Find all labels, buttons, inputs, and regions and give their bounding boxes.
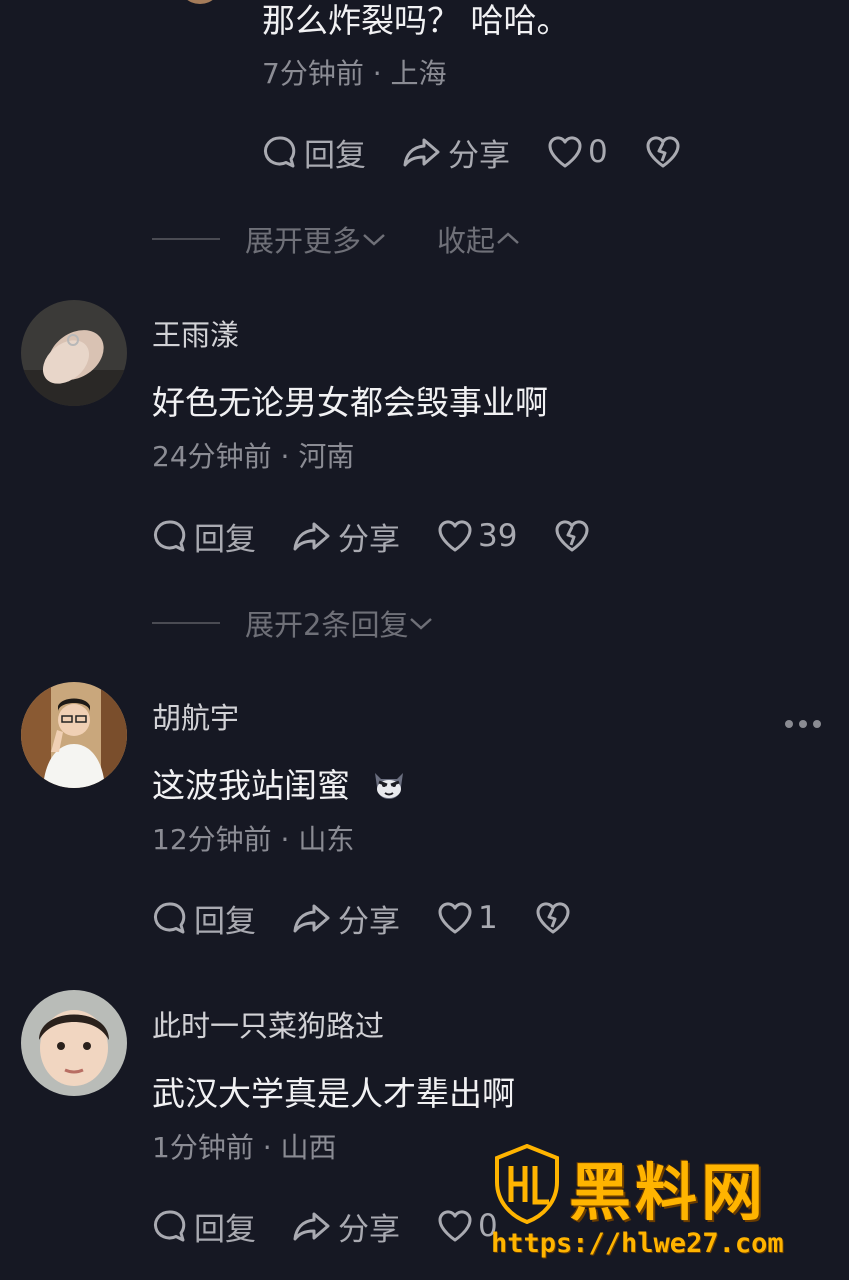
- share-button[interactable]: 分享: [292, 514, 400, 559]
- reply-button[interactable]: 回复: [262, 130, 366, 175]
- comment-meta: 7分钟前 · 上海: [262, 57, 447, 90]
- heart-icon: [438, 1210, 472, 1242]
- watermark-url: https://hlwe27.com: [491, 1228, 784, 1259]
- site-watermark: 黑料网 https://hlwe27.com: [491, 1140, 841, 1270]
- broken-heart-icon: [536, 902, 570, 934]
- share-arrow-icon: [403, 138, 440, 167]
- comment-actions: 回复 分享 1: [152, 896, 614, 940]
- hands-avatar-image: [21, 300, 127, 406]
- username[interactable]: 胡航宇: [152, 695, 239, 737]
- avatar[interactable]: [21, 682, 127, 788]
- like-count: 1: [478, 900, 498, 936]
- username[interactable]: 王雨漾: [152, 312, 239, 354]
- collapse-label: 收起: [437, 224, 496, 258]
- reply-label: 回复: [194, 903, 256, 940]
- reply-bubble-icon: [264, 136, 296, 168]
- share-button[interactable]: 分享: [292, 896, 400, 941]
- comment-text: 这波我站闺蜜: [152, 759, 409, 807]
- like-button[interactable]: 0: [546, 134, 608, 170]
- expand-more-label: 展开更多: [245, 224, 362, 258]
- expand-replies-button[interactable]: 展开2条回复: [245, 602, 434, 644]
- like-count: 0: [588, 134, 608, 170]
- comment-text: 好色无论男女都会毁事业啊: [152, 383, 548, 422]
- avatar[interactable]: [21, 300, 127, 406]
- broken-heart-icon: [646, 136, 680, 168]
- chevron-down-icon: [410, 618, 433, 630]
- comment-text: 那么炸裂吗？ 哈哈。: [262, 1, 570, 40]
- watermark-title: 黑料网: [569, 1156, 768, 1229]
- reply-label: 回复: [304, 137, 366, 174]
- dislike-button[interactable]: [644, 134, 688, 170]
- cat-face-emoji-icon: [374, 773, 403, 799]
- reply-bubble-icon: [154, 1210, 186, 1242]
- comment-text-content: 这波我站闺蜜: [152, 766, 350, 805]
- share-arrow-icon: [293, 522, 330, 551]
- comment-actions: 回复 分享 0: [152, 1204, 534, 1248]
- heart-icon: [548, 136, 582, 168]
- heart-icon: [438, 902, 472, 934]
- expand-replies-row: 展开2条回复: [152, 602, 484, 644]
- share-arrow-icon: [293, 904, 330, 933]
- partial-avatar[interactable]: [178, 0, 222, 4]
- share-label: 分享: [448, 137, 510, 174]
- comment-actions: 回复 分享 39: [152, 514, 633, 558]
- share-arrow-icon: [293, 1212, 330, 1241]
- child-avatar-image: [21, 990, 127, 1096]
- divider-line: [152, 622, 220, 624]
- expand-replies-label: 展开2条回复: [245, 608, 409, 642]
- dislike-button[interactable]: [553, 518, 597, 554]
- share-label: 分享: [338, 903, 400, 940]
- share-button[interactable]: 分享: [292, 1204, 400, 1249]
- broken-heart-icon: [555, 520, 589, 552]
- thread-controls: 展开更多 收起: [152, 218, 521, 260]
- heart-icon: [438, 520, 472, 552]
- chevron-up-icon: [497, 232, 519, 244]
- like-button[interactable]: 0: [436, 1208, 498, 1244]
- username[interactable]: 此时一只菜狗路过: [152, 1003, 384, 1045]
- divider-line: [152, 238, 220, 240]
- comment-meta: 12分钟前 · 山东: [152, 823, 355, 856]
- comment-list: 那么炸裂吗？ 哈哈。 7分钟前 · 上海 回复 分享 0 展开更多 收起 王雨漾…: [0, 0, 849, 1280]
- share-label: 分享: [338, 521, 400, 558]
- reply-bubble-icon: [154, 520, 186, 552]
- dislike-button[interactable]: [534, 900, 578, 936]
- comment-actions: 回复 分享 0: [262, 130, 724, 174]
- reply-label: 回复: [194, 1211, 256, 1248]
- reply-button[interactable]: 回复: [152, 896, 256, 941]
- person-avatar-image: [21, 682, 127, 788]
- comment-meta: 1分钟前 · 山西: [152, 1131, 337, 1164]
- reply-label: 回复: [194, 521, 256, 558]
- collapse-button[interactable]: 收起: [437, 218, 521, 260]
- like-button[interactable]: 1: [436, 900, 498, 936]
- like-count: 39: [478, 518, 518, 554]
- avatar[interactable]: [21, 990, 127, 1096]
- comment-meta: 24分钟前 · 河南: [152, 440, 355, 473]
- comment-text: 武汉大学真是人才辈出啊: [152, 1074, 515, 1113]
- more-options-icon[interactable]: [785, 720, 821, 728]
- reply-button[interactable]: 回复: [152, 1204, 256, 1249]
- reply-button[interactable]: 回复: [152, 514, 256, 559]
- share-label: 分享: [338, 1211, 400, 1248]
- share-button[interactable]: 分享: [402, 130, 510, 175]
- expand-more-button[interactable]: 展开更多: [245, 218, 387, 260]
- hl-shield-logo-icon: [495, 1144, 559, 1224]
- chevron-down-icon: [363, 234, 385, 246]
- reply-bubble-icon: [154, 902, 186, 934]
- like-button[interactable]: 39: [436, 518, 517, 554]
